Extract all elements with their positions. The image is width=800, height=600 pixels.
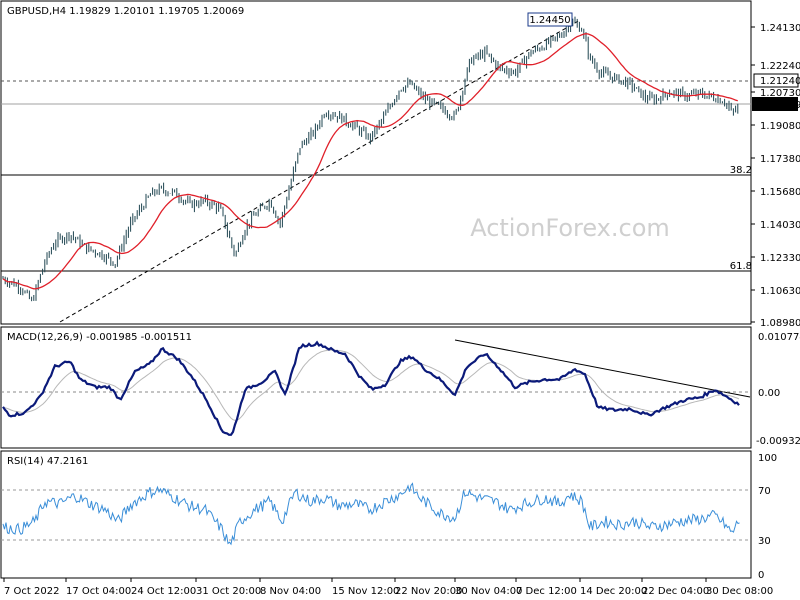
price-panel-frame <box>0 0 752 325</box>
candlesticks <box>2 16 739 302</box>
price-tick-label: 1.15680 <box>760 187 800 198</box>
time-tick-label: 30 Dec 08:00 <box>706 586 773 597</box>
fib-382-label: 38.2 <box>730 165 752 176</box>
macd-tick-bottom: -0.009328 <box>756 436 800 447</box>
time-tick-label: 14 Dec 20:00 <box>580 586 647 597</box>
price-tick-label: 1.17380 <box>760 154 800 165</box>
price-tick-label: 1.12330 <box>760 253 800 264</box>
price-tick-label: 1.08980 <box>760 318 800 329</box>
chart-canvas: ActionForex.com 38.2 61.8 1.24450 GBPUSD… <box>0 0 800 597</box>
rsi-tick-0: 0 <box>758 570 764 581</box>
time-axis: 7 Oct 2022 17 Oct 04:00 24 Oct 12:00 31 Oct… <box>3 578 773 597</box>
peak-label: 1.24450 <box>529 15 570 26</box>
price-axis: 1.241301.222401.207301.190801.173801.156… <box>751 23 800 329</box>
time-tick-label: 22 Dec 04:00 <box>642 586 709 597</box>
time-tick-label: 24 Oct 12:00 <box>131 586 196 597</box>
price-header: GBPUSD,H4 1.19829 1.20101 1.19705 1.2006… <box>7 6 244 17</box>
rsi-tick-30: 30 <box>758 536 771 547</box>
price-tick-label: 1.10630 <box>760 286 800 297</box>
price-tick-label: 1.22240 <box>760 61 800 72</box>
macd-tick-zero: 0.00 <box>758 388 780 399</box>
macd-header: MACD(12,26,9) -0.001985 -0.001511 <box>7 332 192 343</box>
time-tick-label: 22 Nov 20:00 <box>395 586 462 597</box>
time-tick-label: 31 Oct 20:00 <box>196 586 261 597</box>
resistance-label: 1.21240 <box>760 76 800 87</box>
macd-line <box>2 340 740 436</box>
time-tick-label: 30 Nov 04:00 <box>455 586 522 597</box>
price-tick-label: 1.19080 <box>760 121 800 132</box>
price-tick-label: 1.14030 <box>760 220 800 231</box>
time-tick-label: 15 Nov 12:00 <box>332 586 399 597</box>
rsi-tick-70: 70 <box>758 486 771 497</box>
moving-average-line <box>2 33 738 290</box>
macd-tick-top: 0.010774 <box>758 332 800 343</box>
time-tick-label: 7 Dec 12:00 <box>516 586 577 597</box>
time-tick-label: 7 Oct 2022 <box>4 586 59 597</box>
watermark: ActionForex.com <box>470 214 670 242</box>
price-tick-label: 1.24130 <box>760 23 800 34</box>
current-price-label: 1.20069 <box>760 100 800 111</box>
rsi-line <box>2 482 740 546</box>
rsi-tick-100: 100 <box>758 453 777 464</box>
rsi-header: RSI(14) 47.2161 <box>7 456 88 467</box>
time-tick-label: 17 Oct 04:00 <box>66 586 131 597</box>
fib-618-label: 61.8 <box>730 261 752 272</box>
time-tick-label: 8 Nov 04:00 <box>260 586 321 597</box>
